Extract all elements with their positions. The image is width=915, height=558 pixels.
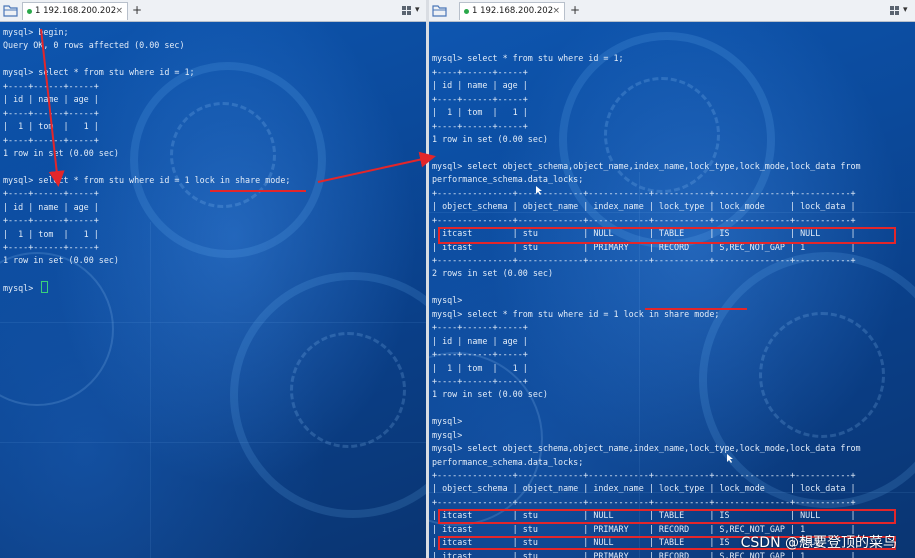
terminal-line: mysql> — [3, 281, 426, 294]
left-terminal[interactable]: mysql> begin; Query OK, 0 rows affected (… — [0, 22, 426, 558]
left-session-tab-label: 1 192.168.200.202 — [35, 6, 117, 16]
left-tab-bar: 1 192.168.200.202 × + ▾ — [0, 0, 426, 22]
terminal-line: 2 rows in set (0.00 sec) — [432, 268, 554, 279]
terminal-line: | 1 | tom | 1 | — [432, 107, 528, 118]
terminal-line: performance_schema.data_locks; — [432, 174, 584, 185]
terminal-line: 1 row in set (0.00 sec) — [3, 147, 119, 158]
terminal-line: +----+------+-----+ — [3, 242, 99, 252]
connected-status-icon — [464, 9, 469, 14]
terminal-line: | 1 | tom | 1 | — [3, 121, 99, 132]
chevron-down-icon[interactable]: ▾ — [903, 3, 911, 17]
terminal-line: mysql> select * from stu where id = 1; — [432, 53, 624, 64]
terminal-line: +----+------+-----+ — [432, 375, 528, 386]
terminal-line: +---------------+-------------+---------… — [432, 496, 856, 507]
terminal-line: | 1 | tom | 1 | — [432, 362, 528, 373]
terminal-line: mysql> — [432, 429, 463, 440]
grid-layout-icon[interactable] — [402, 6, 411, 15]
right-terminal-output: mysql> select * from stu where id = 1; +-… — [432, 39, 915, 558]
right-tab-bar: 1 192.168.200.202 × + ▾ — [429, 0, 915, 22]
cursor-icon — [41, 281, 49, 294]
terminal-line: | object_schema | object_name | index_na… — [432, 201, 856, 212]
terminal-line: mysql> begin; — [3, 27, 69, 37]
connected-status-icon — [27, 9, 32, 14]
mouse-pointer-icon — [536, 186, 542, 195]
terminal-line: +----+------+-----+ — [432, 322, 528, 333]
terminal-line: +----+------+-----+ — [3, 215, 99, 226]
terminal-line: | id | name | age | — [432, 80, 528, 91]
terminal-line: | id | name | age | — [3, 94, 99, 105]
new-tab-button[interactable]: + — [568, 2, 582, 18]
right-underline-annotation — [645, 308, 747, 310]
terminal-line: | object_schema | object_name | index_na… — [432, 483, 856, 494]
terminal-line: performance_schema.data_locks; — [432, 456, 584, 467]
highlight-box-record-lock-1 — [438, 227, 896, 244]
chevron-down-icon[interactable]: ▾ — [415, 3, 423, 17]
close-tab-icon[interactable]: × — [115, 3, 123, 20]
folder-icon[interactable] — [432, 4, 447, 17]
right-session-tab[interactable]: 1 192.168.200.202 × — [459, 2, 565, 20]
terminal-line: | id | name | age | — [432, 335, 528, 346]
folder-icon[interactable] — [3, 4, 18, 17]
terminal-line: 1 row in set (0.00 sec) — [432, 134, 548, 145]
close-tab-icon[interactable]: × — [552, 3, 560, 20]
terminal-line: mysql> — [432, 416, 463, 427]
left-terminal-pane: 1 192.168.200.202 × + ▾ mysql> begin; Que… — [0, 0, 426, 558]
right-session-tab-label: 1 192.168.200.202 — [472, 6, 554, 16]
terminal-line: 1 row in set (0.00 sec) — [3, 255, 119, 266]
grid-layout-icon[interactable] — [890, 6, 899, 15]
terminal-line: +----+------+-----+ — [3, 80, 99, 91]
right-terminal[interactable]: mysql> select * from stu where id = 1; +-… — [429, 22, 915, 558]
terminal-line: mysql> — [432, 295, 463, 306]
terminal-line: mysql> select object_schema,object_name,… — [432, 443, 861, 454]
terminal-line: mysql> select * from stu where id = 1 lo… — [3, 174, 291, 185]
terminal-line: | id | name | age | — [3, 201, 99, 212]
terminal-line: 1 row in set (0.00 sec) — [432, 389, 548, 400]
mouse-pointer-icon — [727, 454, 733, 463]
left-underline-annotation — [210, 190, 306, 192]
terminal-line: Query OK, 0 rows affected (0.00 sec) — [3, 40, 185, 51]
terminal-line: +----+------+-----+ — [432, 93, 528, 104]
terminal-line: +----+------+-----+ — [432, 349, 528, 360]
terminal-line: | 1 | tom | 1 | — [3, 228, 99, 239]
right-terminal-pane: 1 192.168.200.202 × + ▾ mysql> select * … — [429, 0, 915, 558]
terminal-line: +----+------+-----+ — [3, 134, 99, 145]
terminal-line: mysql> select * from stu where id = 1; — [3, 67, 195, 78]
csdn-watermark: CSDN @想要登顶的菜鸟 — [740, 535, 897, 551]
terminal-line: +---------------+-------------+---------… — [432, 187, 856, 198]
terminal-line: +----+------+-----+ — [432, 66, 528, 77]
terminal-line: +---------------+-------------+---------… — [432, 470, 856, 480]
terminal-line: +----+------+-----+ — [3, 107, 99, 118]
terminal-line: mysql> select object_schema,object_name,… — [432, 160, 861, 171]
terminal-line: +---------------+-------------+---------… — [432, 255, 856, 265]
left-terminal-output: mysql> begin; Query OK, 0 rows affected (… — [3, 26, 426, 295]
terminal-line: +----+------+-----+ — [432, 120, 528, 131]
highlight-box-record-lock-2 — [438, 509, 896, 524]
terminal-line: +---------------+-------------+---------… — [432, 214, 856, 225]
left-session-tab[interactable]: 1 192.168.200.202 × — [22, 2, 128, 20]
new-tab-button[interactable]: + — [130, 2, 144, 18]
